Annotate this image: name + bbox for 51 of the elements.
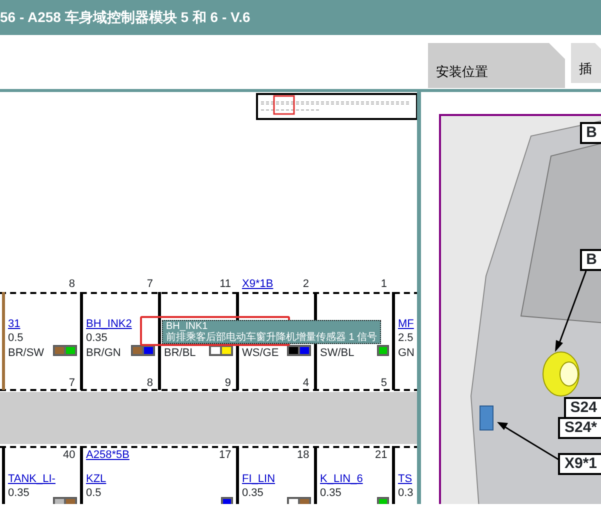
callout-label: S24: [564, 397, 601, 419]
wire-color-code: SW/BL: [320, 347, 354, 359]
pin-number: 9: [224, 377, 231, 389]
speaker-drawing: [542, 352, 580, 396]
pin-number: 21: [375, 449, 387, 461]
tab[interactable]: 安装位置: [428, 43, 565, 88]
pin-number: 18: [297, 449, 309, 461]
signal-link[interactable]: FI_LIN: [242, 473, 276, 485]
signal-link[interactable]: 31: [8, 318, 20, 330]
callout-label: B: [580, 122, 601, 144]
pin-number: 7: [68, 377, 75, 389]
wire-cross-section: 0.5: [86, 487, 102, 499]
wire-cross-section: 0.35: [320, 487, 342, 499]
pin-number: 8: [68, 278, 75, 290]
tooltip-text: 前排乘客后部电动车窗升降机增量传感器 1 信号: [166, 332, 378, 343]
connector-link[interactable]: A258*5B: [86, 449, 130, 461]
pin-number: 11: [219, 278, 231, 290]
connector-drawing: [480, 406, 494, 430]
minimap-drawing[interactable]: [256, 93, 417, 120]
callout-label: B: [580, 249, 601, 271]
wire-cross-section: 0.5: [8, 332, 24, 344]
pin-number: 5: [380, 377, 387, 389]
pin-number: 1: [380, 278, 387, 290]
callout-label: X9*1: [558, 453, 601, 475]
window-title: 56 - A258 车身域控制器模块 5 和 6 - V.6: [0, 0, 601, 35]
pin-number: 7: [146, 278, 153, 290]
signal-link[interactable]: TS: [398, 473, 412, 485]
wire-cross-section: 0.35: [242, 487, 264, 499]
tooltip-title: BH_INK1: [166, 321, 208, 332]
signal-link[interactable]: K_LIN_6: [320, 473, 363, 485]
tab[interactable]: 插: [571, 43, 601, 83]
wire-color-code: BR/BL: [164, 347, 196, 359]
wire-cross-section: 0.3: [398, 487, 414, 499]
pin-number: 4: [302, 377, 309, 389]
pin-number: 2: [302, 278, 309, 290]
wire-color-code: BR/SW: [8, 347, 44, 359]
signal-link[interactable]: TANK_LI-: [8, 473, 56, 485]
callout-label: S24*: [558, 417, 601, 439]
pin-number: 40: [63, 449, 75, 461]
pin-number: 17: [219, 449, 231, 461]
wire-color-code: WS/GE: [242, 347, 279, 359]
connector-link[interactable]: X9*1B: [242, 278, 274, 290]
pin-number: 8: [146, 377, 153, 389]
wire-cross-section: 0.35: [8, 487, 30, 499]
wire-cross-section: 0.35: [86, 332, 108, 344]
signal-link[interactable]: MF: [398, 318, 414, 330]
signal-link[interactable]: KZL: [86, 473, 106, 485]
signal-link[interactable]: BH_INK2: [86, 318, 132, 330]
wire-color-code: GN: [398, 347, 414, 359]
wire-color-code: BR/GN: [86, 347, 121, 359]
wire-cross-section: 2.5: [398, 332, 414, 344]
